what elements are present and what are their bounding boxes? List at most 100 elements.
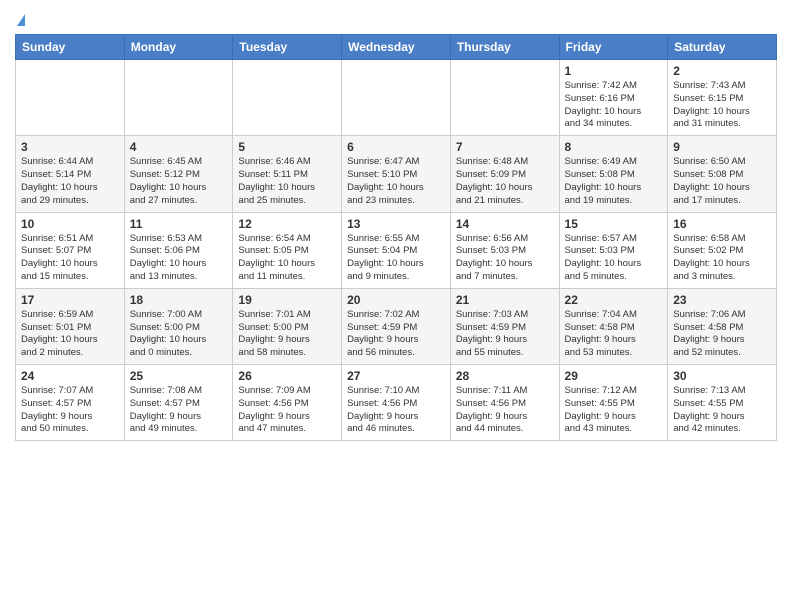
day-info: Sunrise: 7:04 AM Sunset: 4:58 PM Dayligh… xyxy=(565,309,663,360)
calendar-cell: 26 Sunrise: 7:09 AM Sunset: 4:56 PM Dayli… xyxy=(233,365,342,441)
calendar-cell xyxy=(233,60,342,136)
day-number: 11 xyxy=(130,217,228,231)
day-info: Sunrise: 6:44 AM Sunset: 5:14 PM Dayligh… xyxy=(21,156,119,207)
day-info: Sunrise: 7:07 AM Sunset: 4:57 PM Dayligh… xyxy=(21,385,119,436)
logo-triangle-icon xyxy=(17,14,25,26)
calendar-cell: 30 Sunrise: 7:13 AM Sunset: 4:55 PM Dayli… xyxy=(668,365,777,441)
weekday-header: Monday xyxy=(124,35,233,60)
weekday-header: Wednesday xyxy=(342,35,451,60)
day-number: 25 xyxy=(130,369,228,383)
calendar-cell: 2 Sunrise: 7:43 AM Sunset: 6:15 PM Daylig… xyxy=(668,60,777,136)
calendar-cell: 15 Sunrise: 6:57 AM Sunset: 5:03 PM Dayli… xyxy=(559,212,668,288)
calendar-cell xyxy=(342,60,451,136)
calendar-cell: 1 Sunrise: 7:42 AM Sunset: 6:16 PM Daylig… xyxy=(559,60,668,136)
day-number: 14 xyxy=(456,217,554,231)
day-info: Sunrise: 6:56 AM Sunset: 5:03 PM Dayligh… xyxy=(456,233,554,284)
day-number: 29 xyxy=(565,369,663,383)
day-info: Sunrise: 6:57 AM Sunset: 5:03 PM Dayligh… xyxy=(565,233,663,284)
calendar-cell: 17Sunrise: 6:59 AM Sunset: 5:01 PM Dayli… xyxy=(16,288,125,364)
calendar-cell: 8 Sunrise: 6:49 AM Sunset: 5:08 PM Daylig… xyxy=(559,136,668,212)
day-number: 8 xyxy=(565,140,663,154)
day-number: 20 xyxy=(347,293,445,307)
day-info: Sunrise: 7:11 AM Sunset: 4:56 PM Dayligh… xyxy=(456,385,554,436)
calendar-cell: 18Sunrise: 7:00 AM Sunset: 5:00 PM Dayli… xyxy=(124,288,233,364)
day-info: Sunrise: 7:09 AM Sunset: 4:56 PM Dayligh… xyxy=(238,385,336,436)
day-info: Sunrise: 7:01 AM Sunset: 5:00 PM Dayligh… xyxy=(238,309,336,360)
calendar-cell xyxy=(16,60,125,136)
weekday-header: Thursday xyxy=(450,35,559,60)
day-number: 9 xyxy=(673,140,771,154)
day-number: 1 xyxy=(565,64,663,78)
day-number: 23 xyxy=(673,293,771,307)
page-header xyxy=(15,10,777,26)
calendar-cell: 23 Sunrise: 7:06 AM Sunset: 4:58 PM Dayli… xyxy=(668,288,777,364)
day-number: 12 xyxy=(238,217,336,231)
day-number: 7 xyxy=(456,140,554,154)
day-info: Sunrise: 6:55 AM Sunset: 5:04 PM Dayligh… xyxy=(347,233,445,284)
day-number: 26 xyxy=(238,369,336,383)
calendar-week-row: 17Sunrise: 6:59 AM Sunset: 5:01 PM Dayli… xyxy=(16,288,777,364)
calendar-cell: 13 Sunrise: 6:55 AM Sunset: 5:04 PM Dayli… xyxy=(342,212,451,288)
day-info: Sunrise: 6:58 AM Sunset: 5:02 PM Dayligh… xyxy=(673,233,771,284)
day-info: Sunrise: 7:08 AM Sunset: 4:57 PM Dayligh… xyxy=(130,385,228,436)
day-number: 2 xyxy=(673,64,771,78)
calendar-cell xyxy=(450,60,559,136)
day-info: Sunrise: 7:10 AM Sunset: 4:56 PM Dayligh… xyxy=(347,385,445,436)
calendar-cell: 10 Sunrise: 6:51 AM Sunset: 5:07 PM Dayli… xyxy=(16,212,125,288)
day-number: 5 xyxy=(238,140,336,154)
day-number: 16 xyxy=(673,217,771,231)
calendar-header-row: SundayMondayTuesdayWednesdayThursdayFrid… xyxy=(16,35,777,60)
calendar-cell: 28 Sunrise: 7:11 AM Sunset: 4:56 PM Dayli… xyxy=(450,365,559,441)
day-info: Sunrise: 7:13 AM Sunset: 4:55 PM Dayligh… xyxy=(673,385,771,436)
day-number: 28 xyxy=(456,369,554,383)
day-number: 6 xyxy=(347,140,445,154)
calendar-cell: 22 Sunrise: 7:04 AM Sunset: 4:58 PM Dayli… xyxy=(559,288,668,364)
day-info: Sunrise: 7:03 AM Sunset: 4:59 PM Dayligh… xyxy=(456,309,554,360)
day-number: 27 xyxy=(347,369,445,383)
calendar-cell: 9Sunrise: 6:50 AM Sunset: 5:08 PM Daylig… xyxy=(668,136,777,212)
day-number: 18 xyxy=(130,293,228,307)
day-info: Sunrise: 7:12 AM Sunset: 4:55 PM Dayligh… xyxy=(565,385,663,436)
calendar-cell: 4Sunrise: 6:45 AM Sunset: 5:12 PM Daylig… xyxy=(124,136,233,212)
day-info: Sunrise: 6:51 AM Sunset: 5:07 PM Dayligh… xyxy=(21,233,119,284)
day-info: Sunrise: 7:42 AM Sunset: 6:16 PM Dayligh… xyxy=(565,80,663,131)
calendar-cell: 24 Sunrise: 7:07 AM Sunset: 4:57 PM Dayli… xyxy=(16,365,125,441)
day-number: 3 xyxy=(21,140,119,154)
calendar-week-row: 24 Sunrise: 7:07 AM Sunset: 4:57 PM Dayli… xyxy=(16,365,777,441)
day-number: 30 xyxy=(673,369,771,383)
day-info: Sunrise: 6:49 AM Sunset: 5:08 PM Dayligh… xyxy=(565,156,663,207)
day-info: Sunrise: 6:54 AM Sunset: 5:05 PM Dayligh… xyxy=(238,233,336,284)
calendar-cell: 19 Sunrise: 7:01 AM Sunset: 5:00 PM Dayli… xyxy=(233,288,342,364)
day-info: Sunrise: 6:48 AM Sunset: 5:09 PM Dayligh… xyxy=(456,156,554,207)
calendar-cell: 16 Sunrise: 6:58 AM Sunset: 5:02 PM Dayli… xyxy=(668,212,777,288)
day-number: 17 xyxy=(21,293,119,307)
calendar-cell: 21Sunrise: 7:03 AM Sunset: 4:59 PM Dayli… xyxy=(450,288,559,364)
day-info: Sunrise: 6:53 AM Sunset: 5:06 PM Dayligh… xyxy=(130,233,228,284)
calendar-cell: 12 Sunrise: 6:54 AM Sunset: 5:05 PM Dayli… xyxy=(233,212,342,288)
weekday-header: Friday xyxy=(559,35,668,60)
calendar-week-row: 1 Sunrise: 7:42 AM Sunset: 6:16 PM Daylig… xyxy=(16,60,777,136)
calendar-cell: 29 Sunrise: 7:12 AM Sunset: 4:55 PM Dayli… xyxy=(559,365,668,441)
calendar-table: SundayMondayTuesdayWednesdayThursdayFrid… xyxy=(15,34,777,441)
day-number: 10 xyxy=(21,217,119,231)
day-number: 13 xyxy=(347,217,445,231)
calendar-week-row: 3 Sunrise: 6:44 AM Sunset: 5:14 PM Daylig… xyxy=(16,136,777,212)
calendar-cell: 6Sunrise: 6:47 AM Sunset: 5:10 PM Daylig… xyxy=(342,136,451,212)
calendar-cell: 5 Sunrise: 6:46 AM Sunset: 5:11 PM Daylig… xyxy=(233,136,342,212)
day-number: 19 xyxy=(238,293,336,307)
day-number: 24 xyxy=(21,369,119,383)
day-info: Sunrise: 7:02 AM Sunset: 4:59 PM Dayligh… xyxy=(347,309,445,360)
calendar-cell: 25 Sunrise: 7:08 AM Sunset: 4:57 PM Dayli… xyxy=(124,365,233,441)
day-info: Sunrise: 7:06 AM Sunset: 4:58 PM Dayligh… xyxy=(673,309,771,360)
calendar-cell: 7 Sunrise: 6:48 AM Sunset: 5:09 PM Daylig… xyxy=(450,136,559,212)
calendar-week-row: 10 Sunrise: 6:51 AM Sunset: 5:07 PM Dayli… xyxy=(16,212,777,288)
day-info: Sunrise: 7:43 AM Sunset: 6:15 PM Dayligh… xyxy=(673,80,771,131)
day-number: 15 xyxy=(565,217,663,231)
day-number: 22 xyxy=(565,293,663,307)
weekday-header: Saturday xyxy=(668,35,777,60)
day-info: Sunrise: 6:46 AM Sunset: 5:11 PM Dayligh… xyxy=(238,156,336,207)
calendar-cell xyxy=(124,60,233,136)
day-info: Sunrise: 6:45 AM Sunset: 5:12 PM Dayligh… xyxy=(130,156,228,207)
weekday-header: Sunday xyxy=(16,35,125,60)
weekday-header: Tuesday xyxy=(233,35,342,60)
